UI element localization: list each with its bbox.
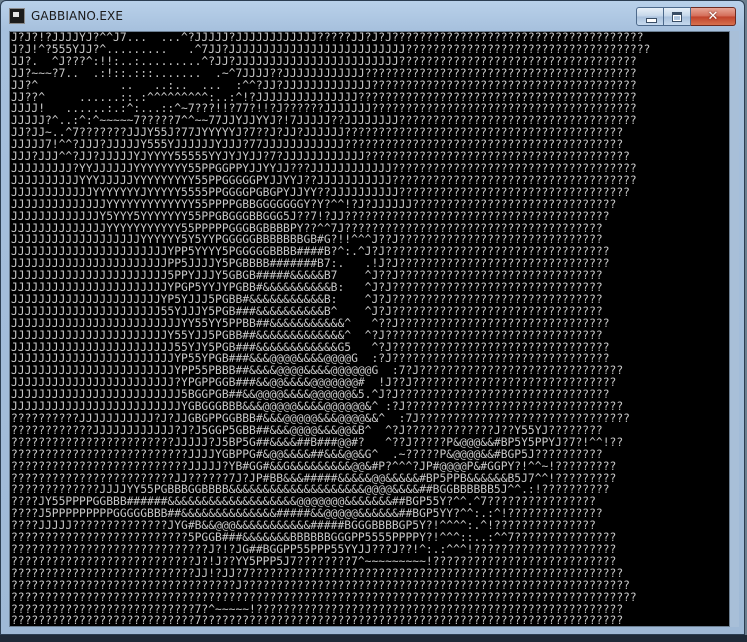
title-bar[interactable]: GABBIANO.EXE ✕ [1, 1, 744, 31]
console-app-icon[interactable] [9, 8, 25, 24]
minimize-button[interactable] [636, 7, 664, 26]
console-output-area[interactable]: J?J?!?JJJJYJ?^^J7... ...^?JJJJJ?JJJJJJJJ… [9, 31, 730, 627]
console-window: GABBIANO.EXE ✕ J?J?!?JJJJYJ?^^J7... ...^… [0, 0, 745, 635]
minimize-icon [646, 18, 657, 23]
taskbar-edge [0, 635, 747, 642]
close-button[interactable]: ✕ [691, 7, 736, 26]
close-icon: ✕ [707, 9, 719, 24]
window-title: GABBIANO.EXE [31, 9, 124, 23]
maximize-button[interactable] [664, 7, 691, 26]
ascii-art-output: J?J?!?JJJJYJ?^^J7... ...^?JJJJJ?JJJJJJJJ… [11, 31, 651, 627]
window-right-border [730, 31, 739, 627]
maximize-icon [672, 12, 682, 22]
window-controls: ✕ [636, 7, 736, 26]
